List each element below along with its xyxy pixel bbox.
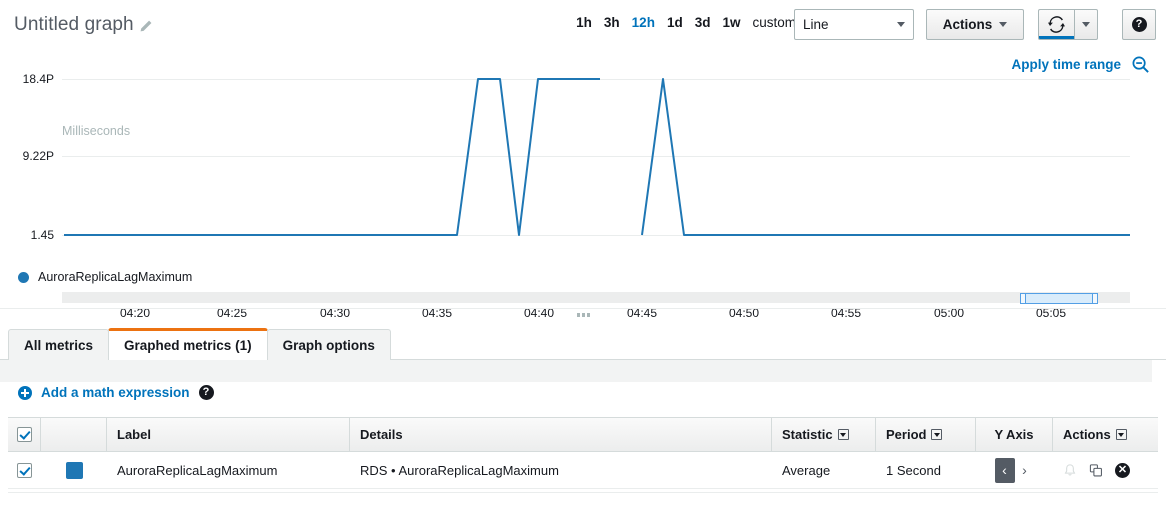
tab-label: All metrics — [24, 337, 94, 353]
refresh-options-button[interactable] — [1074, 9, 1098, 40]
graph-type-value: Line — [803, 17, 829, 32]
header-actions-label: Actions — [1063, 427, 1111, 442]
bell-icon[interactable] — [1063, 463, 1077, 478]
math-toolbar-background — [0, 360, 1152, 382]
panel-divider — [0, 308, 1166, 309]
add-math-expression-link[interactable]: Add a math expression — [41, 385, 190, 400]
graph-header: Untitled graph 1h 3h 12h 1d 3d 1w custom… — [0, 0, 1166, 50]
tab-label: Graph options — [282, 337, 375, 353]
page-title: Untitled graph — [14, 14, 134, 35]
legend-label: AuroraReplicaLagMaximum — [38, 270, 193, 284]
time-range-custom-label: custom — [752, 15, 796, 30]
row-statistic[interactable]: Average — [772, 463, 876, 478]
header-color-cell — [41, 418, 107, 451]
row-select-cell — [8, 462, 41, 478]
row-details: RDS • AuroraReplicaLagMaximum — [360, 462, 559, 478]
time-range-12h[interactable]: 12h — [632, 15, 655, 30]
chevron-down-icon[interactable] — [931, 429, 943, 440]
row-checkbox[interactable] — [17, 462, 32, 478]
chevron-down-icon — [999, 22, 1008, 27]
brush-handle-left[interactable] — [1020, 293, 1026, 304]
time-range-1h[interactable]: 1h — [576, 15, 592, 30]
time-range-selector: 1h 3h 12h 1d 3d 1w custom — [576, 15, 808, 30]
plus-circle-icon[interactable] — [18, 385, 32, 400]
remove-icon[interactable]: ✕ — [1115, 462, 1130, 478]
metric-chart[interactable]: Milliseconds 18.4P 9.22P 1.45 04:20 04:2… — [0, 60, 1166, 320]
y-axis-right-button[interactable]: › — [1015, 458, 1035, 483]
time-range-3d[interactable]: 3d — [695, 15, 711, 30]
chart-legend[interactable]: AuroraReplicaLagMaximum — [18, 270, 192, 284]
graph-type-select[interactable]: Line — [794, 9, 914, 40]
duplicate-icon[interactable] — [1089, 463, 1103, 478]
actions-button[interactable]: Actions — [926, 9, 1024, 40]
tab-bar: All metrics Graphed metrics (1) Graph op… — [8, 328, 391, 360]
resize-grip-handle[interactable] — [577, 313, 590, 317]
tab-label: Graphed metrics (1) — [124, 338, 252, 353]
grip-dot — [577, 313, 580, 317]
question-mark-icon[interactable]: ? — [198, 385, 214, 400]
time-range-1d[interactable]: 1d — [667, 15, 683, 30]
row-period[interactable]: 1 Second — [876, 463, 976, 478]
table-header-row: Label Details Statistic Period Y Axis Ac… — [8, 417, 1158, 452]
tab-all-metrics[interactable]: All metrics — [8, 329, 110, 360]
cloudwatch-metrics-page: Untitled graph 1h 3h 12h 1d 3d 1w custom… — [0, 0, 1166, 505]
header-label: Label — [107, 418, 350, 451]
time-range-3h[interactable]: 3h — [604, 15, 620, 30]
table-row[interactable]: AuroraReplicaLagMaximum RDS • AuroraRepl… — [8, 452, 1158, 489]
add-math-expression-row: Add a math expression ? — [18, 385, 214, 400]
row-label: AuroraReplicaLagMaximum — [117, 462, 278, 478]
pencil-icon[interactable] — [139, 19, 153, 33]
actions-button-label: Actions — [942, 17, 993, 32]
y-axis-tick-label: 9.22P — [22, 149, 54, 163]
row-actions-cell: ✕ — [1053, 462, 1157, 478]
help-button[interactable]: ? — [1122, 9, 1156, 40]
y-axis-tick-label: 1.45 — [30, 228, 54, 242]
time-range-1w[interactable]: 1w — [722, 15, 740, 30]
refresh-button[interactable] — [1038, 9, 1074, 40]
tab-graphed-metrics[interactable]: Graphed metrics (1) — [108, 328, 268, 360]
question-mark-icon: ? — [1131, 17, 1147, 32]
header-period-label: Period — [886, 427, 927, 442]
chevron-down-icon[interactable] — [837, 429, 849, 440]
header-period[interactable]: Period — [876, 418, 976, 451]
grip-dot — [587, 313, 590, 317]
graphed-metrics-table: Label Details Statistic Period Y Axis Ac… — [8, 417, 1158, 489]
refresh-progress-underline — [1039, 36, 1074, 39]
time-range-brush[interactable] — [1020, 293, 1098, 304]
table-bottom-border — [8, 492, 1158, 493]
header-actions[interactable]: Actions — [1053, 418, 1157, 451]
legend-color-swatch — [18, 271, 29, 283]
y-axis-tick-label: 18.4P — [22, 72, 54, 86]
chevron-down-icon — [897, 22, 905, 27]
series-color-swatch[interactable] — [65, 461, 83, 479]
chart-plot-line — [62, 60, 1130, 300]
grip-dot — [582, 313, 585, 317]
tab-graph-options[interactable]: Graph options — [266, 329, 391, 360]
select-all-checkbox[interactable] — [16, 427, 32, 442]
row-y-axis-cell: ‹ › — [976, 457, 1053, 483]
header-details: Details — [350, 418, 772, 451]
header-select-all-cell — [8, 418, 41, 451]
chevron-down-icon[interactable] — [1115, 429, 1127, 440]
chevron-down-icon — [1082, 22, 1090, 27]
header-statistic-label: Statistic — [782, 427, 833, 442]
refresh-icon — [1048, 16, 1065, 33]
x-axis-band — [62, 292, 1130, 303]
refresh-button-group — [1038, 9, 1098, 40]
row-color-cell — [41, 461, 107, 479]
header-statistic[interactable]: Statistic — [772, 418, 876, 451]
y-axis-left-button[interactable]: ‹ — [994, 457, 1015, 483]
brush-handle-right[interactable] — [1092, 293, 1098, 304]
header-y-axis: Y Axis — [976, 418, 1053, 451]
